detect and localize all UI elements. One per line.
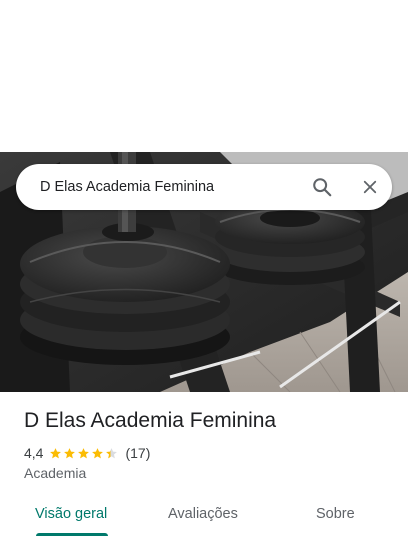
star-icon	[50, 447, 62, 458]
star-rating	[49, 447, 119, 460]
star-icon	[78, 447, 90, 458]
place-title: D Elas Academia Feminina	[24, 409, 277, 432]
place-category[interactable]: Academia	[24, 465, 86, 481]
tab-about[interactable]: Sobre	[316, 504, 355, 524]
active-tab-indicator	[36, 533, 108, 536]
tab-overview[interactable]: Visão geral	[35, 504, 107, 524]
search-query-text[interactable]: D Elas Academia Feminina	[40, 164, 214, 210]
close-icon[interactable]	[354, 172, 386, 202]
rating-row[interactable]: 4,4 (17)	[24, 445, 150, 461]
star-icon	[106, 447, 118, 458]
star-icon	[64, 447, 76, 458]
search-bar[interactable]: D Elas Academia Feminina	[16, 164, 392, 210]
tab-bar: Visão geral Avaliações Sobre	[0, 496, 408, 544]
tab-reviews[interactable]: Avaliações	[168, 504, 238, 524]
review-count[interactable]: (17)	[125, 445, 150, 461]
search-icon[interactable]	[306, 172, 338, 202]
star-icon	[92, 447, 104, 458]
rating-value: 4,4	[24, 445, 44, 461]
